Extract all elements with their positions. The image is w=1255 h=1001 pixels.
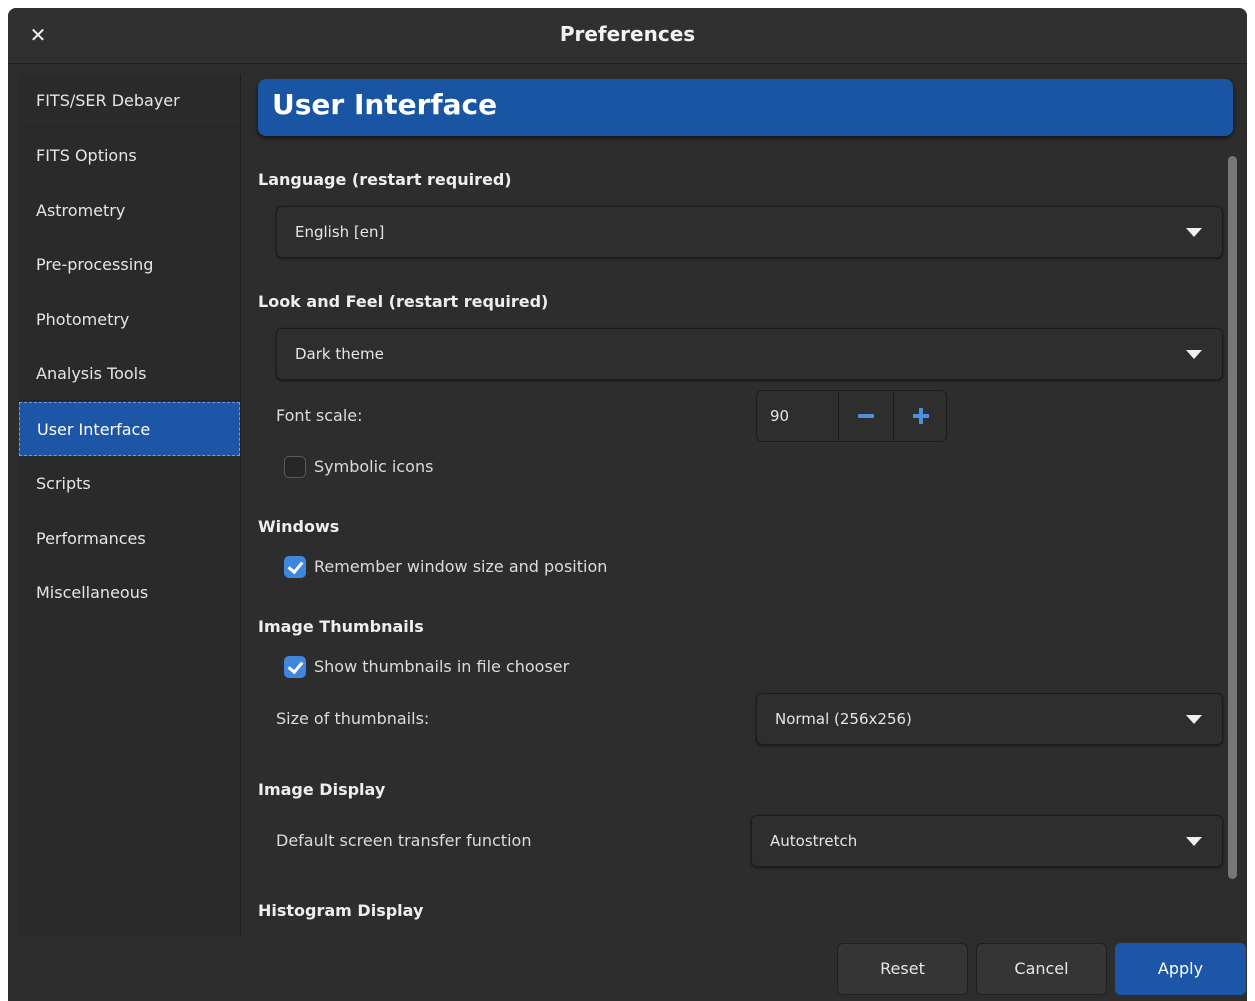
sidebar-item-photometry[interactable]: Photometry <box>19 293 240 347</box>
minus-icon <box>858 414 874 418</box>
theme-value: Dark theme <box>295 345 384 363</box>
scrollbar[interactable] <box>1228 156 1237 879</box>
increment-button[interactable] <box>894 391 948 441</box>
cancel-button[interactable]: Cancel <box>976 943 1107 995</box>
thumbnail-size-dropdown[interactable]: Normal (256x256) <box>756 693 1223 745</box>
sidebar-item-user-interface[interactable]: User Interface <box>19 402 240 456</box>
preferences-window: ✕ Preferences FITS/SER Debayer FITS Opti… <box>8 8 1247 1001</box>
title-bar: ✕ Preferences <box>8 8 1247 64</box>
font-scale-stepper: 90 <box>756 390 947 442</box>
thumbnail-size-value: Normal (256x256) <box>775 710 912 728</box>
symbolic-icons-checkbox[interactable] <box>284 456 306 478</box>
chevron-down-icon <box>1186 715 1202 724</box>
symbolic-icons-label: Symbolic icons <box>314 457 434 476</box>
font-scale-value[interactable]: 90 <box>770 391 789 441</box>
stf-value: Autostretch <box>770 832 858 850</box>
section-look-and-feel: Look and Feel (restart required) <box>258 292 549 311</box>
page-title: User Interface <box>272 88 498 121</box>
section-histogram-display: Histogram Display <box>258 901 424 920</box>
sidebar-item-astrometry[interactable]: Astrometry <box>19 184 240 238</box>
section-language: Language (restart required) <box>258 170 512 189</box>
section-image-thumbnails: Image Thumbnails <box>258 617 424 636</box>
stf-dropdown[interactable]: Autostretch <box>751 815 1223 867</box>
sidebar-item-scripts[interactable]: Scripts <box>19 457 240 511</box>
page-header: User Interface <box>258 79 1233 136</box>
sidebar-item-performances[interactable]: Performances <box>19 512 240 566</box>
show-thumbnails-checkbox[interactable] <box>284 656 306 678</box>
sidebar-divider <box>240 74 241 936</box>
thumbnail-size-label: Size of thumbnails: <box>276 709 430 728</box>
sidebar-item-miscellaneous[interactable]: Miscellaneous <box>19 566 240 620</box>
chevron-down-icon <box>1186 350 1202 359</box>
apply-button[interactable]: Apply <box>1115 943 1246 995</box>
language-dropdown[interactable]: English [en] <box>276 206 1223 258</box>
window-title: Preferences <box>559 22 696 46</box>
remember-window-label: Remember window size and position <box>314 557 608 576</box>
sidebar-item-fits-ser-debayer[interactable]: FITS/SER Debayer <box>19 74 240 128</box>
sidebar-item-fits-options[interactable]: FITS Options <box>19 129 240 183</box>
theme-dropdown[interactable]: Dark theme <box>276 328 1223 380</box>
sidebar-item-pre-processing[interactable]: Pre-processing <box>19 238 240 292</box>
sidebar: FITS/SER Debayer FITS Options Astrometry… <box>19 74 240 936</box>
section-image-display: Image Display <box>258 780 386 799</box>
reset-button[interactable]: Reset <box>837 943 968 995</box>
remember-window-checkbox[interactable] <box>284 556 306 578</box>
section-windows: Windows <box>258 517 340 536</box>
font-scale-label: Font scale: <box>276 406 363 425</box>
chevron-down-icon <box>1186 837 1202 846</box>
sidebar-item-analysis-tools[interactable]: Analysis Tools <box>19 347 240 401</box>
chevron-down-icon <box>1186 228 1202 237</box>
stf-label: Default screen transfer function <box>276 831 532 850</box>
show-thumbnails-label: Show thumbnails in file chooser <box>314 657 570 676</box>
language-value: English [en] <box>295 223 385 241</box>
decrement-button[interactable] <box>839 391 893 441</box>
